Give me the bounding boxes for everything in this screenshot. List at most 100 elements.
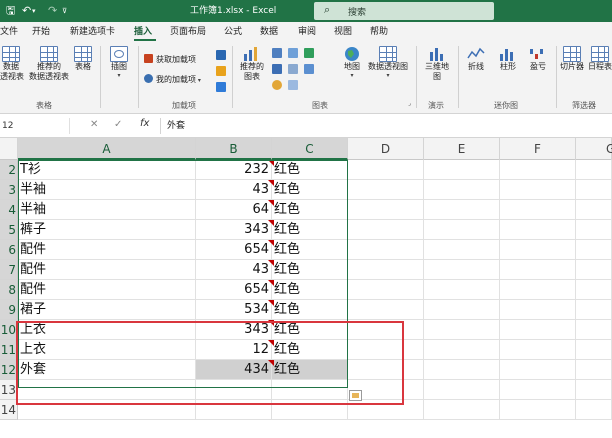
row-header[interactable]: 13 — [0, 380, 18, 400]
cell-e[interactable] — [424, 340, 500, 360]
cell-f[interactable] — [500, 220, 576, 240]
row-header[interactable]: 9 — [0, 300, 18, 320]
tab-home[interactable]: 开始 — [32, 25, 50, 39]
dialog-launcher-icon[interactable]: ⌟ — [408, 100, 411, 107]
cell-d[interactable] — [348, 340, 424, 360]
cell-d[interactable] — [348, 320, 424, 340]
my-addins-button[interactable]: 我的加载项 ▾ — [144, 74, 201, 85]
cell-b[interactable] — [196, 400, 272, 420]
cell-e[interactable] — [424, 220, 500, 240]
visio-icon[interactable] — [216, 50, 226, 60]
cell-f[interactable] — [500, 360, 576, 380]
cell-g[interactable] — [576, 400, 612, 420]
timeline-button[interactable]: 日程表 — [588, 46, 612, 72]
undo-dropdown-icon[interactable]: ▾ — [32, 4, 36, 18]
cell-g[interactable] — [576, 360, 612, 380]
cell-b[interactable]: 534 — [196, 300, 272, 320]
row-header[interactable]: 8 — [0, 280, 18, 300]
cell-a[interactable]: 配件 — [18, 260, 196, 280]
row-header[interactable]: 14 — [0, 400, 18, 420]
table-button[interactable]: 表格 — [72, 46, 94, 72]
cell-d[interactable] — [348, 220, 424, 240]
cell-c[interactable]: 红色 — [272, 300, 348, 320]
recommended-charts-button[interactable]: 推荐的 图表 — [236, 46, 268, 82]
cell-a[interactable]: 半袖 — [18, 180, 196, 200]
row-header[interactable]: 10 — [0, 320, 18, 340]
cell-d[interactable] — [348, 260, 424, 280]
cell-d[interactable] — [348, 280, 424, 300]
get-addins-button[interactable]: 获取加载项 — [144, 54, 196, 65]
worksheet[interactable]: A B C D E F G 2 T衫 232 红色 3 半袖 43 红色 4 半袖 64 红色 5 裤子 3… — [0, 138, 612, 438]
select-all-corner[interactable] — [0, 138, 18, 160]
undo-icon[interactable]: ↶ — [22, 4, 31, 18]
cell-e[interactable] — [424, 380, 500, 400]
cell-e[interactable] — [424, 360, 500, 380]
cell-b[interactable]: 654 — [196, 280, 272, 300]
cell-d[interactable] — [348, 180, 424, 200]
3d-map-button[interactable]: 三维地 图 — [420, 46, 454, 82]
cell-e[interactable] — [424, 400, 500, 420]
row-header[interactable]: 3 — [0, 180, 18, 200]
cell-f[interactable] — [500, 160, 576, 180]
sparkline-column-button[interactable]: 柱形 — [494, 46, 522, 72]
cell-d[interactable] — [348, 400, 424, 420]
cell-f[interactable] — [500, 180, 576, 200]
tab-formulas[interactable]: 公式 — [224, 25, 242, 39]
statistic-chart-icon[interactable] — [288, 64, 298, 74]
cell-c[interactable]: 红色 — [272, 240, 348, 260]
tab-new-tab[interactable]: 新建选项卡 — [70, 25, 115, 39]
cell-g[interactable] — [576, 180, 612, 200]
column-header-c[interactable]: C — [272, 138, 348, 160]
column-header-f[interactable]: F — [500, 138, 576, 160]
cell-e[interactable] — [424, 260, 500, 280]
cell-e[interactable] — [424, 180, 500, 200]
column-header-a[interactable]: A — [18, 138, 196, 160]
cell-c[interactable]: 红色 — [272, 220, 348, 240]
people-graph-icon[interactable] — [216, 82, 226, 92]
cell-f[interactable] — [500, 280, 576, 300]
cell-e[interactable] — [424, 280, 500, 300]
row-header[interactable]: 5 — [0, 220, 18, 240]
cell-g[interactable] — [576, 200, 612, 220]
cell-a[interactable] — [18, 380, 196, 400]
insert-function-icon[interactable]: fx — [140, 118, 149, 129]
cell-g[interactable] — [576, 220, 612, 240]
row-header[interactable]: 12 — [0, 360, 18, 380]
scatter-chart-icon[interactable] — [304, 64, 314, 74]
cell-b[interactable] — [196, 380, 272, 400]
row-header[interactable]: 2 — [0, 160, 18, 180]
cell-d[interactable] — [348, 300, 424, 320]
cell-g[interactable] — [576, 240, 612, 260]
cell-f[interactable] — [500, 320, 576, 340]
cell-b[interactable]: 232 — [196, 160, 272, 180]
cell-f[interactable] — [500, 300, 576, 320]
cell-c[interactable]: 红色 — [272, 200, 348, 220]
customize-qat-icon[interactable]: ⊽ — [62, 4, 67, 18]
cell-a[interactable]: 外套 — [18, 360, 196, 380]
cell-g[interactable] — [576, 280, 612, 300]
cell-f[interactable] — [500, 340, 576, 360]
cell-a[interactable]: 裤子 — [18, 220, 196, 240]
illustrations-button[interactable]: 插图 ▾ — [104, 46, 134, 79]
slicer-button[interactable]: 切片器 — [558, 46, 586, 72]
cell-d[interactable] — [348, 360, 424, 380]
cell-b[interactable]: 12 — [196, 340, 272, 360]
pivot-chart-button[interactable]: 数据透视图 ▾ — [366, 46, 410, 79]
cell-d[interactable] — [348, 200, 424, 220]
tab-file[interactable]: 文件 — [0, 25, 18, 39]
cell-b[interactable]: 654 — [196, 240, 272, 260]
search-box[interactable]: ⌕ 搜索 — [314, 2, 494, 20]
save-icon[interactable]: 🖫 — [6, 4, 15, 18]
cell-a[interactable]: 配件 — [18, 240, 196, 260]
column-header-b[interactable]: B — [196, 138, 272, 160]
quick-analysis-icon[interactable] — [349, 390, 362, 401]
column-header-e[interactable]: E — [424, 138, 500, 160]
cell-c[interactable] — [272, 400, 348, 420]
tab-page-layout[interactable]: 页面布局 — [170, 25, 206, 39]
cell-g[interactable] — [576, 380, 612, 400]
tab-help[interactable]: 帮助 — [370, 25, 388, 39]
sparkline-winloss-button[interactable]: 盈亏 — [524, 46, 552, 72]
cell-c[interactable] — [272, 380, 348, 400]
cell-e[interactable] — [424, 240, 500, 260]
cell-a[interactable]: 上衣 — [18, 340, 196, 360]
